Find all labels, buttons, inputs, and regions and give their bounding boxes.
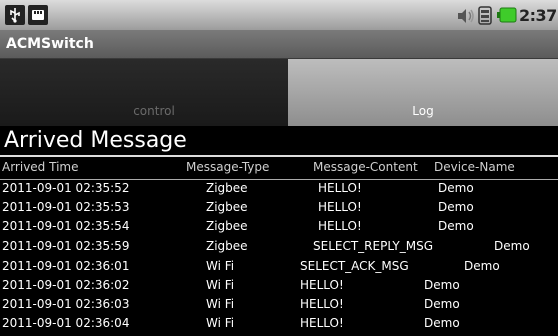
table-row[interactable]: 2011-09-01 02:36:03 Wi Fi HELLO! Demo: [0, 297, 558, 314]
cell-type: Wi Fi: [206, 259, 235, 273]
tab-control[interactable]: control: [0, 59, 288, 126]
cell-type: Zigbee: [206, 181, 248, 195]
cell-content: HELLO!: [300, 297, 344, 311]
cell-device: Demo: [424, 316, 460, 330]
table-row[interactable]: 2011-09-01 02:35:59 Zigbee SELECT_REPLY_…: [0, 239, 558, 256]
cell-type: Zigbee: [206, 200, 248, 214]
cell-type: Zigbee: [206, 239, 248, 253]
cell-type: Wi Fi: [206, 316, 235, 330]
cell-time: 2011-09-01 02:36:01: [2, 259, 130, 273]
cell-device: Demo: [424, 297, 460, 311]
table-row[interactable]: 2011-09-01 02:36:01 Wi Fi SELECT_ACK_MSG…: [0, 259, 558, 276]
app-title-bar: ACMSwitch: [0, 30, 558, 59]
cell-time: 2011-09-01 02:36:02: [2, 278, 130, 292]
cell-time: 2011-09-01 02:35:53: [2, 200, 130, 214]
cell-device: Demo: [424, 278, 460, 292]
cell-content: HELLO!: [318, 219, 362, 233]
cell-device: Demo: [494, 239, 530, 253]
table-row[interactable]: 2011-09-01 02:35:52 Zigbee HELLO! Demo: [0, 181, 558, 198]
volume-icon: [456, 8, 476, 24]
cell-type: Wi Fi: [206, 297, 235, 311]
usb-icon: [5, 5, 25, 25]
cell-content: SELECT_REPLY_MSG: [313, 239, 434, 253]
cell-time: 2011-09-01 02:35:54: [2, 219, 130, 233]
cell-time: 2011-09-01 02:35:52: [2, 181, 130, 195]
tab-log[interactable]: Log: [288, 59, 558, 126]
cell-time: 2011-09-01 02:35:59: [2, 239, 130, 253]
table-row[interactable]: 2011-09-01 02:35:54 Zigbee HELLO! Demo: [0, 219, 558, 236]
cell-content: HELLO!: [300, 316, 344, 330]
tab-bar: control Log: [0, 59, 558, 126]
header-divider: [0, 179, 558, 180]
column-header-time: Arrived Time: [2, 160, 79, 174]
column-header-device: Device-Name: [434, 160, 515, 174]
signal-icon: [478, 6, 492, 25]
table-header: Arrived Time Message-Type Message-Conten…: [0, 160, 558, 178]
cell-time: 2011-09-01 02:36:03: [2, 297, 130, 311]
table-row[interactable]: 2011-09-01 02:36:02 Wi Fi HELLO! Demo: [0, 278, 558, 295]
cell-type: Zigbee: [206, 219, 248, 233]
cell-content: HELLO!: [300, 278, 344, 292]
tab-control-label: control: [133, 104, 175, 118]
cell-device: Demo: [438, 200, 474, 214]
status-clock: 2:37: [519, 6, 557, 25]
table-row[interactable]: 2011-09-01 02:35:53 Zigbee HELLO! Demo: [0, 200, 558, 217]
cell-type: Wi Fi: [206, 278, 235, 292]
column-header-type: Message-Type: [186, 160, 270, 174]
cell-time: 2011-09-01 02:36:04: [2, 316, 130, 330]
cell-device: Demo: [464, 259, 500, 273]
page-heading: Arrived Message: [4, 128, 187, 153]
heading-divider: [0, 155, 558, 157]
sd-card-icon: [28, 5, 48, 25]
column-header-content: Message-Content: [313, 160, 418, 174]
cell-content: HELLO!: [318, 181, 362, 195]
cell-device: Demo: [438, 219, 474, 233]
tab-log-label: Log: [412, 104, 434, 118]
app-title: ACMSwitch: [6, 36, 94, 52]
status-bar: 2:37: [0, 0, 558, 30]
cell-content: SELECT_ACK_MSG: [300, 259, 409, 273]
cell-content: HELLO!: [318, 200, 362, 214]
cell-device: Demo: [438, 181, 474, 195]
table-row[interactable]: 2011-09-01 02:36:04 Wi Fi HELLO! Demo: [0, 316, 558, 333]
battery-icon: [497, 7, 517, 23]
